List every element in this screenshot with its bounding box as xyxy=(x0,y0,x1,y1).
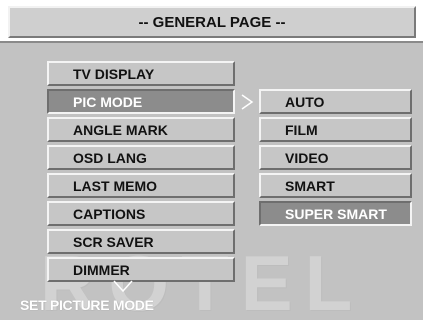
menu-item-captions[interactable]: CAPTIONS xyxy=(47,201,235,226)
option-film[interactable]: FILM xyxy=(259,117,412,142)
menu-item-angle-mark[interactable]: ANGLE MARK xyxy=(47,117,235,142)
page-title: -- GENERAL PAGE -- xyxy=(8,6,416,38)
menu-item-pic-mode[interactable]: PIC MODE xyxy=(47,89,235,114)
menu-item-scr-saver[interactable]: SCR SAVER xyxy=(47,229,235,254)
chevron-down-icon[interactable] xyxy=(113,280,133,292)
option-auto[interactable]: AUTO xyxy=(259,89,412,114)
osd-screen: -- GENERAL PAGE -- ROTEL TV DISPLAY PIC … xyxy=(0,0,423,320)
menu-item-osd-lang[interactable]: OSD LANG xyxy=(47,145,235,170)
status-help-text: SET PICTURE MODE xyxy=(20,297,154,313)
menu-item-tv-display[interactable]: TV DISPLAY xyxy=(47,61,235,86)
option-video[interactable]: VIDEO xyxy=(259,145,412,170)
menu-item-last-memo[interactable]: LAST MEMO xyxy=(47,173,235,198)
chevron-right-icon xyxy=(241,94,254,110)
option-super-smart[interactable]: SUPER SMART xyxy=(259,201,412,226)
menu-item-dimmer[interactable]: DIMMER xyxy=(47,257,235,282)
option-smart[interactable]: SMART xyxy=(259,173,412,198)
